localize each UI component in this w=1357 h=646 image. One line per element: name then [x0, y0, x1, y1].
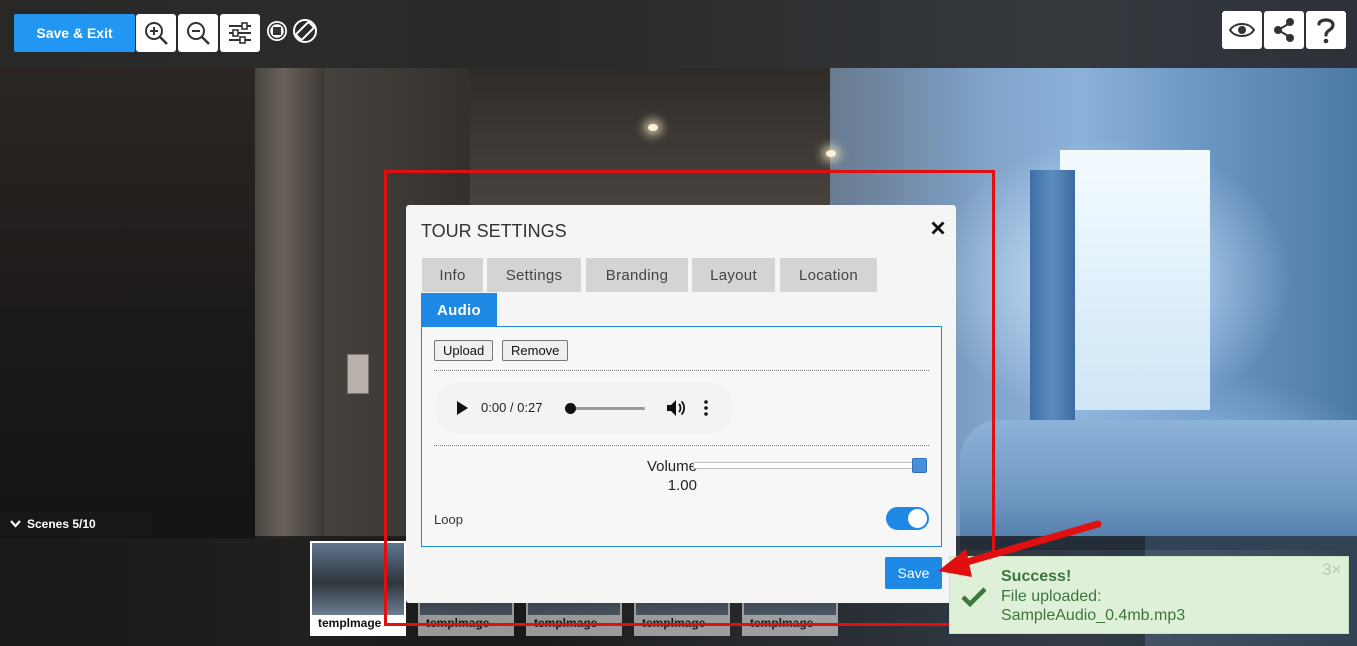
- top-toolbar: Save & Exit: [0, 0, 1357, 68]
- stop-button[interactable]: [264, 18, 290, 44]
- stop-icon: [267, 21, 287, 41]
- zoom-out-icon: [187, 22, 210, 45]
- zoom-out-button[interactable]: [178, 14, 218, 52]
- zoom-in-button[interactable]: [136, 14, 176, 52]
- scenes-count: Scenes 5/10: [27, 517, 96, 531]
- rotate-screen-button[interactable]: [292, 18, 318, 44]
- eye-icon: [1229, 23, 1255, 37]
- help-icon: [1317, 18, 1335, 44]
- chevron-down-icon: [10, 520, 21, 528]
- zoom-in-icon: [145, 22, 168, 45]
- ceiling-light: [826, 150, 836, 157]
- toast-close-count[interactable]: 3×: [1322, 560, 1341, 580]
- save-exit-button[interactable]: Save & Exit: [14, 14, 135, 52]
- ceiling-light: [648, 124, 658, 131]
- scene-thumbnail-caption: templmage: [318, 616, 382, 630]
- toast-message: File uploaded:: [1001, 588, 1102, 605]
- toast-filename: SampleAudio_0.4mb.mp3: [1001, 607, 1186, 624]
- check-icon: [960, 585, 988, 609]
- annotation-arrow: [938, 520, 1102, 577]
- panorama-window: [1060, 150, 1210, 410]
- panorama-curtain: [1030, 170, 1075, 420]
- sliders-icon: [229, 22, 251, 44]
- rotate-screen-icon: [293, 19, 317, 43]
- panorama-light-switch: [347, 354, 369, 394]
- panorama-wall: [0, 68, 255, 538]
- panorama-door: [255, 68, 325, 538]
- share-icon: [1274, 18, 1294, 42]
- share-button[interactable]: [1264, 11, 1304, 49]
- scenes-toggle[interactable]: Scenes 5/10: [0, 512, 152, 536]
- annotation-highlight-box: [384, 170, 995, 626]
- help-button[interactable]: [1306, 11, 1346, 49]
- adjust-settings-button[interactable]: [220, 14, 260, 52]
- preview-button[interactable]: [1222, 11, 1262, 49]
